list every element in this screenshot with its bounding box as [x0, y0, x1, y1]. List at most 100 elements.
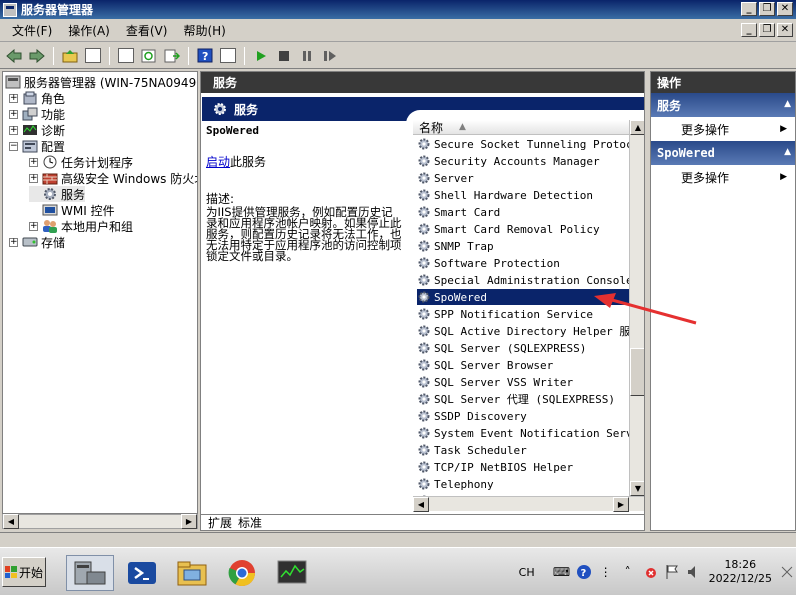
service-row[interactable]: Task Scheduler [417, 442, 629, 458]
tree-item[interactable]: + 任务计划程序 [29, 154, 133, 170]
forward-arrow-icon[interactable] [27, 46, 47, 66]
collapse-node-icon[interactable]: − [9, 141, 18, 151]
tree-item[interactable]: + 本地用户和组 [29, 218, 133, 234]
service-row[interactable]: Smart Card Removal Policy [417, 221, 629, 237]
menu-action[interactable]: 操作(A) [60, 22, 118, 39]
action-center-flag-icon[interactable] [663, 563, 681, 581]
service-row[interactable]: System Event Notification Servic [417, 425, 629, 441]
show-desktop-icon[interactable] [780, 563, 794, 581]
tree-item[interactable]: + 高级安全 Windows 防火北 [29, 170, 197, 186]
taskbar-powershell[interactable] [118, 555, 166, 591]
tree-item[interactable]: + 角色 [9, 90, 65, 106]
scroll-left-arrow-icon[interactable]: ◀ [413, 497, 429, 512]
properties-icon[interactable] [116, 46, 136, 66]
more-actions-item[interactable]: 更多操作 ▶ [651, 165, 795, 189]
help-icon[interactable]: ? [195, 46, 215, 66]
start-button[interactable]: 开始 [2, 557, 46, 587]
tree-horizontal-scrollbar[interactable]: ◀ ▶ [2, 514, 198, 529]
service-row[interactable]: Shell Hardware Detection [417, 187, 629, 203]
collapse-icon[interactable]: ▲ [784, 147, 791, 157]
tree-item[interactable]: WMI 控件 [29, 202, 115, 218]
child-minimize-button[interactable]: _ [741, 23, 757, 37]
services-vertical-scrollbar[interactable]: ▲ ▼ [629, 120, 644, 496]
service-row[interactable]: Software Protection [417, 255, 629, 271]
expand-node-icon[interactable]: + [9, 237, 18, 247]
expand-node-icon[interactable]: + [29, 173, 38, 183]
show-hide-tree-icon[interactable] [83, 46, 103, 66]
service-row[interactable]: SQL Server (SQLEXPRESS) [417, 340, 629, 356]
network-error-icon[interactable] [641, 563, 659, 581]
scroll-up-arrow-icon[interactable]: ▲ [630, 120, 644, 135]
export-list-icon[interactable] [162, 46, 182, 66]
service-row[interactable]: SNMP Trap [417, 238, 629, 254]
service-row[interactable]: SQL Server 代理 (SQLEXPRESS) [417, 391, 629, 407]
more-actions-item[interactable]: 更多操作 ▶ [651, 117, 795, 141]
service-row[interactable]: SPP Notification Service [417, 306, 629, 322]
language-indicator[interactable]: CH [519, 566, 535, 579]
column-header-name[interactable]: 名称 ▲ [413, 120, 644, 135]
expand-node-icon[interactable]: + [9, 93, 18, 103]
service-row[interactable]: SSDP Discovery [417, 408, 629, 424]
show-hide-action-pane-icon[interactable] [218, 46, 238, 66]
menu-file[interactable]: 文件(F) [4, 22, 60, 39]
service-row[interactable]: SQL Active Directory Helper 服务 [417, 323, 629, 339]
actions-section-services[interactable]: 服务 ▲ [651, 93, 795, 117]
service-row-selected[interactable]: SpoWered [417, 289, 629, 305]
tab-extended[interactable]: 扩展 [205, 514, 235, 530]
refresh-icon[interactable] [139, 46, 159, 66]
scrollbar-thumb[interactable] [630, 348, 644, 396]
service-row[interactable]: Security Accounts Manager [417, 153, 629, 169]
back-arrow-icon[interactable] [4, 46, 24, 66]
scroll-left-arrow-icon[interactable]: ◀ [3, 514, 19, 529]
taskbar-server-manager[interactable] [66, 555, 114, 591]
services-horizontal-scrollbar[interactable]: ◀ ▶ [413, 496, 644, 512]
keyboard-icon[interactable]: ⌨ [553, 563, 571, 581]
child-restore-button[interactable]: ❐ [759, 23, 775, 37]
help-icon[interactable]: ? [575, 563, 593, 581]
pause-service-icon[interactable] [297, 46, 317, 66]
menu-view[interactable]: 查看(V) [118, 22, 176, 39]
start-service-icon[interactable] [251, 46, 271, 66]
service-row[interactable]: TCP/IP NetBIOS Helper [417, 459, 629, 475]
start-service-link[interactable]: 启动 [206, 155, 230, 169]
speaker-icon[interactable] [685, 563, 703, 581]
tree-item[interactable]: + 存储 [9, 234, 65, 250]
stop-service-icon[interactable] [274, 46, 294, 66]
tab-standard[interactable]: 标准 [235, 514, 265, 530]
service-name: SQL Server 代理 (SQLEXPRESS) [434, 393, 615, 406]
service-row[interactable]: Secure Socket Tunneling Protocol [417, 136, 629, 152]
child-close-button[interactable]: ✕ [777, 23, 793, 37]
expand-node-icon[interactable]: + [9, 109, 18, 119]
service-row[interactable]: Smart Card [417, 204, 629, 220]
service-row[interactable]: SQL Server Browser [417, 357, 629, 373]
close-button[interactable]: ✕ [777, 2, 793, 16]
tree-item[interactable]: − 配置 [9, 138, 65, 154]
clock[interactable]: 18:26 2022/12/25 [709, 558, 772, 586]
tree-item[interactable]: + 诊断 [9, 122, 65, 138]
service-row[interactable]: Telephony [417, 476, 629, 492]
tree-item[interactable]: + 功能 [9, 106, 65, 122]
restart-service-icon[interactable] [320, 46, 340, 66]
expand-node-icon[interactable]: + [29, 157, 38, 167]
taskbar-task-manager[interactable] [268, 555, 316, 591]
expand-node-icon[interactable]: + [29, 221, 38, 231]
up-folder-icon[interactable] [60, 46, 80, 66]
tree-item[interactable]: 服务 [29, 186, 86, 202]
options-icon[interactable]: ⋮ [597, 563, 615, 581]
collapse-icon[interactable]: ▲ [784, 99, 791, 109]
scroll-right-arrow-icon[interactable]: ▶ [613, 497, 629, 512]
expand-node-icon[interactable]: + [9, 125, 18, 135]
taskbar-explorer[interactable] [168, 555, 216, 591]
minimize-button[interactable]: _ [741, 2, 757, 16]
scroll-down-arrow-icon[interactable]: ▼ [630, 481, 644, 496]
service-row[interactable]: Special Administration Console H [417, 272, 629, 288]
scroll-right-arrow-icon[interactable]: ▶ [181, 514, 197, 529]
tree-root[interactable]: 服务器管理器 (WIN-75NA0949GF [5, 74, 197, 90]
actions-section-spowered[interactable]: SpoWered ▲ [651, 141, 795, 165]
restore-button[interactable]: ❐ [759, 2, 775, 16]
taskbar-chrome[interactable] [218, 555, 266, 591]
service-row[interactable]: SQL Server VSS Writer [417, 374, 629, 390]
show-hidden-icons-icon[interactable]: ˄ [619, 563, 637, 581]
menu-help[interactable]: 帮助(H) [175, 22, 233, 39]
service-row[interactable]: Server [417, 170, 629, 186]
